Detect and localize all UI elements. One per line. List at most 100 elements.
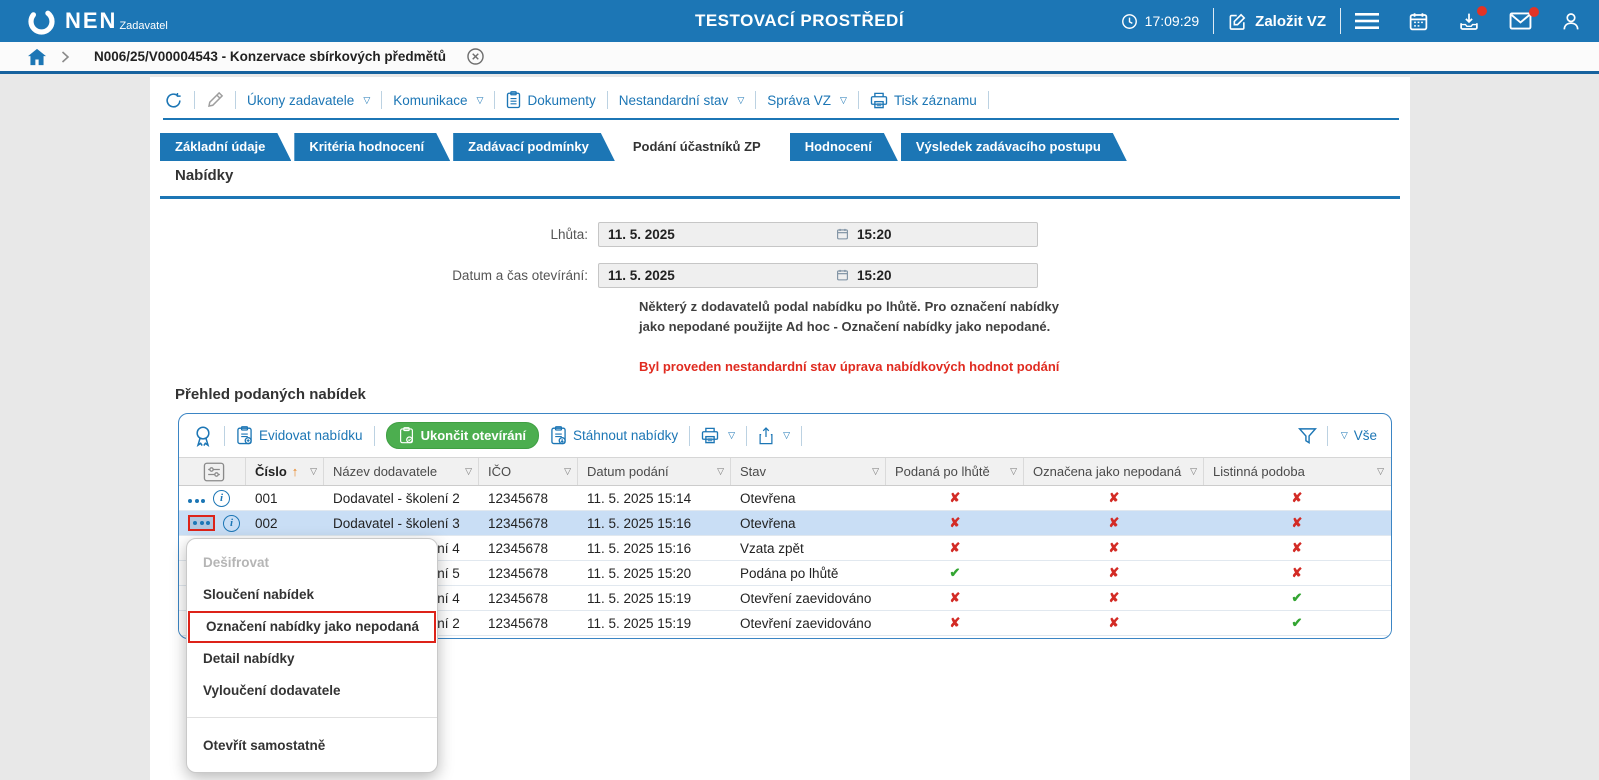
row-info-icon[interactable]: i <box>213 490 230 507</box>
create-vz-button[interactable]: Založit VZ <box>1228 12 1326 31</box>
toolbar-separator <box>755 91 756 109</box>
breadcrumb-record[interactable]: N006/25/V00004543 - Konzervace sbírkovýc… <box>94 49 446 64</box>
context-menu-item[interactable]: Detail nabídky <box>187 643 437 675</box>
calendar-icon[interactable] <box>1408 11 1429 32</box>
print-table-button[interactable]: ▽ <box>701 427 735 444</box>
column-filter-icon[interactable]: ▽ <box>1190 466 1197 477</box>
seal-award-icon[interactable] <box>193 425 213 447</box>
table-row[interactable]: i002Dodavatel - školení 31234567811. 5. … <box>179 511 1391 536</box>
cell-ico: 12345678 <box>479 591 578 606</box>
printer-icon <box>701 427 719 444</box>
calendar-small-icon[interactable] <box>836 227 849 241</box>
context-menu-item[interactable]: Sloučení nabídek <box>187 579 437 611</box>
column-header-po-lhute[interactable]: Podaná po lhůtě▽ <box>886 458 1024 485</box>
column-filter-icon[interactable]: ▽ <box>310 466 317 477</box>
column-filter-icon[interactable]: ▽ <box>717 466 724 477</box>
context-menu: DešifrovatSloučení nabídekOznačení nabíd… <box>186 538 438 773</box>
filter-scope-select[interactable]: ▽Vše <box>1338 428 1377 443</box>
lhuta-time-value[interactable]: 15:20 <box>849 227 892 242</box>
table-row[interactable]: i001Dodavatel - školení 21234567811. 5. … <box>179 486 1391 511</box>
edit-icon <box>1228 12 1247 31</box>
menu-tisk-zaznamu[interactable]: Tisk záznamu <box>870 92 977 109</box>
column-header-nepodana[interactable]: Označena jako nepodaná▽ <box>1024 458 1204 485</box>
context-menu-item[interactable]: Vyloučení dodavatele <box>187 675 437 707</box>
menu-ukony-zadavatele[interactable]: Úkony zadavatele▽ <box>247 93 370 108</box>
sort-ascending-icon: ↑ <box>292 464 299 479</box>
filter-funnel-icon[interactable] <box>1298 427 1317 445</box>
chevron-down-icon: ▽ <box>728 430 735 441</box>
listinna-cross-mark: ✘ <box>1292 490 1303 505</box>
cell-cislo: 001 <box>246 491 324 506</box>
listinna-check-mark: ✔ <box>1292 590 1303 605</box>
tab[interactable]: Základní údaje <box>160 133 291 161</box>
field-label-datum-oteviani: Datum a čas otevírání: <box>150 268 598 283</box>
menu-sprava-vz[interactable]: Správa VZ▽ <box>767 93 847 108</box>
user-profile-icon[interactable] <box>1561 11 1581 32</box>
column-header-cislo[interactable]: Číslo↑▽ <box>246 458 324 485</box>
evidovat-nabidku-button[interactable]: Evidovat nabídku <box>236 426 363 445</box>
top-header-bar: NEN Zadavatel TESTOVACÍ PROSTŘEDÍ 17:09:… <box>0 0 1599 42</box>
column-settings-icon[interactable] <box>188 462 239 482</box>
breadcrumb: N006/25/V00004543 - Konzervace sbírkovýc… <box>0 42 1599 74</box>
toolbar-separator <box>858 91 859 109</box>
hamburger-menu-icon[interactable] <box>1355 12 1379 30</box>
row-actions-menu-button-active[interactable] <box>188 515 215 531</box>
listinna-cross-mark: ✘ <box>1292 565 1303 580</box>
toolbar-separator <box>746 426 747 446</box>
toolbar-separator <box>494 91 495 109</box>
tab[interactable]: Hodnocení <box>790 133 898 161</box>
column-header-nazev[interactable]: Název dodavatele▽ <box>324 458 479 485</box>
cell-cislo: 002 <box>246 516 324 531</box>
tab[interactable]: Výsledek zadávacího postupu <box>901 133 1127 161</box>
tab[interactable]: Podání účastníků ZP <box>618 133 787 161</box>
edit-record-icon[interactable] <box>206 91 224 109</box>
export-share-button[interactable]: ▽ <box>758 427 790 445</box>
context-menu-item[interactable]: Označení nabídky jako nepodaná <box>188 611 436 643</box>
context-menu-item[interactable]: Otevřít samostatně <box>187 730 437 762</box>
record-toolbar: Úkony zadavatele▽ Komunikace▽ Dokumenty … <box>164 85 989 115</box>
ukoncit-otevirani-button[interactable]: Ukončit otevírání <box>386 422 539 449</box>
lhuta-date-value[interactable]: 11. 5. 2025 <box>599 227 836 242</box>
column-filter-icon[interactable]: ▽ <box>872 466 879 477</box>
menu-dokumenty[interactable]: Dokumenty <box>506 91 595 109</box>
refresh-icon[interactable] <box>164 91 183 110</box>
stahnout-nabidky-button[interactable]: Stáhnout nabídky <box>550 426 678 445</box>
menu-nestandardni-stav[interactable]: Nestandardní stav▽ <box>619 93 744 108</box>
toolbar-separator <box>607 91 608 109</box>
toolbar-separator <box>689 426 690 446</box>
column-header-listinna[interactable]: Listinná podoba▽ <box>1204 458 1390 485</box>
column-filter-icon[interactable]: ▽ <box>564 466 571 477</box>
home-icon[interactable] <box>27 48 47 66</box>
nepodana-cross-mark: ✘ <box>1109 615 1120 630</box>
datum-otevirani-field[interactable]: 11. 5. 2025 15:20 <box>598 263 1038 288</box>
toolbar-separator <box>235 91 236 109</box>
otevirani-date-value[interactable]: 11. 5. 2025 <box>599 268 836 283</box>
mail-icon[interactable] <box>1509 12 1532 30</box>
column-filter-icon[interactable]: ▽ <box>465 466 472 477</box>
nen-home-logo[interactable]: NEN Zadavatel <box>26 6 168 37</box>
close-record-icon[interactable] <box>466 47 485 66</box>
column-header-datum[interactable]: Datum podání▽ <box>578 458 731 485</box>
otevirani-time-value[interactable]: 15:20 <box>849 268 892 283</box>
toolbar-divider-line <box>163 118 1399 120</box>
cell-datum-podani: 11. 5. 2025 15:16 <box>578 516 731 531</box>
column-filter-icon[interactable]: ▽ <box>1010 466 1017 477</box>
toolbar-separator <box>988 91 989 109</box>
tab[interactable]: Zadávací podmínky <box>453 133 615 161</box>
tab[interactable]: Kritéria hodnocení <box>294 133 450 161</box>
row-info-icon[interactable]: i <box>223 515 240 532</box>
column-filter-icon[interactable]: ▽ <box>1377 466 1384 477</box>
cell-stav: Vzata zpět <box>731 541 886 556</box>
column-header-stav[interactable]: Stav▽ <box>731 458 886 485</box>
calendar-small-icon[interactable] <box>836 268 849 282</box>
row-actions-menu-button[interactable] <box>188 491 205 506</box>
toolbar-separator <box>1327 426 1328 446</box>
menu-komunikace[interactable]: Komunikace▽ <box>393 93 483 108</box>
cell-stav: Otevření zaevidováno <box>731 616 886 631</box>
clipboard-check-icon <box>399 427 414 444</box>
inbox-downloads-icon[interactable] <box>1458 11 1480 32</box>
section-title: Nabídky <box>175 167 233 184</box>
column-header-ico[interactable]: IČO▽ <box>479 458 578 485</box>
lhuta-field[interactable]: 11. 5. 2025 15:20 <box>598 222 1038 247</box>
header-separator <box>1340 8 1341 34</box>
